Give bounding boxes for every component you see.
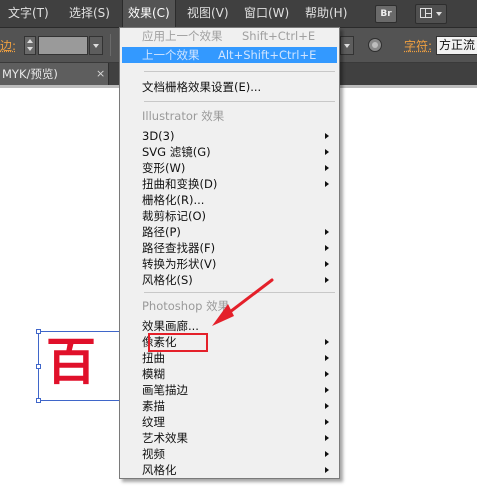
submenu-arrow-icon bbox=[325, 467, 329, 473]
menu-item-video[interactable]: 视频 bbox=[122, 446, 337, 462]
stroke-weight-field[interactable] bbox=[38, 36, 88, 55]
character-label[interactable]: 字符: bbox=[404, 37, 432, 54]
menu-item-artistic[interactable]: 艺术效果 bbox=[122, 430, 337, 446]
menu-select[interactable]: 选择(S) bbox=[64, 0, 115, 27]
menu-item-effect-gallery[interactable]: 效果画廊... bbox=[122, 318, 337, 334]
menu-type[interactable]: 文字(T) bbox=[3, 0, 54, 27]
document-tab[interactable]: MYK/预览) × bbox=[0, 63, 109, 85]
divider bbox=[110, 34, 111, 56]
selection-handle[interactable] bbox=[36, 329, 41, 334]
menu-separator bbox=[144, 292, 335, 293]
menu-item-apply-last-effect[interactable]: 应用上一个效果 Shift+Ctrl+E bbox=[122, 28, 337, 44]
submenu-arrow-icon bbox=[325, 387, 329, 393]
menu-item-distort-transform[interactable]: 扭曲和变换(D) bbox=[122, 176, 337, 192]
submenu-arrow-icon bbox=[325, 165, 329, 171]
stroke-label[interactable]: 边: bbox=[0, 37, 16, 54]
illustrator-effects-header: Illustrator 效果 bbox=[142, 109, 225, 123]
stroke-weight-dropdown[interactable] bbox=[89, 36, 103, 55]
menu-window[interactable]: 窗口(W) bbox=[239, 0, 294, 27]
menu-help[interactable]: 帮助(H) bbox=[300, 0, 352, 27]
submenu-arrow-icon bbox=[325, 371, 329, 377]
style-dropdown[interactable] bbox=[340, 36, 354, 55]
menu-effect[interactable]: 效果(C) bbox=[122, 0, 176, 27]
globe-icon[interactable] bbox=[368, 38, 382, 52]
submenu-arrow-icon bbox=[325, 149, 329, 155]
menu-item-brush-strokes[interactable]: 画笔描边 bbox=[122, 382, 337, 398]
menu-item-warp[interactable]: 变形(W) bbox=[122, 160, 337, 176]
document-tab-title: MYK/预览) bbox=[2, 67, 58, 81]
menu-item-raster-settings[interactable]: 文档栅格效果设置(E)... bbox=[122, 79, 337, 95]
menu-item-sketch[interactable]: 素描 bbox=[122, 398, 337, 414]
submenu-arrow-icon bbox=[325, 435, 329, 441]
menu-separator bbox=[144, 101, 335, 102]
menu-item-path[interactable]: 路径(P) bbox=[122, 224, 337, 240]
menu-item-convert-to-shape[interactable]: 转换为形状(V) bbox=[122, 256, 337, 272]
selection-handle[interactable] bbox=[36, 398, 41, 403]
menu-view[interactable]: 视图(V) bbox=[182, 0, 234, 27]
menu-item-svg-filters[interactable]: SVG 滤镜(G) bbox=[122, 144, 337, 160]
menu-separator bbox=[144, 71, 335, 72]
menu-item-last-effect[interactable]: 上一个效果 Alt+Shift+Ctrl+E bbox=[122, 47, 337, 63]
menu-item-pathfinder[interactable]: 路径查找器(F) bbox=[122, 240, 337, 256]
submenu-arrow-icon bbox=[325, 451, 329, 457]
close-icon[interactable]: × bbox=[96, 63, 105, 85]
menu-item-3d[interactable]: 3D(3) bbox=[122, 128, 337, 144]
submenu-arrow-icon bbox=[325, 403, 329, 409]
menu-item-blur[interactable]: 模糊 bbox=[122, 366, 337, 382]
submenu-arrow-icon bbox=[325, 339, 329, 345]
submenu-arrow-icon bbox=[325, 245, 329, 251]
submenu-arrow-icon bbox=[325, 133, 329, 139]
selection-handle[interactable] bbox=[36, 364, 41, 369]
submenu-arrow-icon bbox=[325, 277, 329, 283]
menu-item-distort[interactable]: 扭曲 bbox=[122, 350, 337, 366]
effect-menu: 应用上一个效果 Shift+Ctrl+E 上一个效果 Alt+Shift+Ctr… bbox=[119, 27, 340, 479]
layout-grid-icon bbox=[420, 8, 432, 18]
photoshop-effects-header: Photoshop 效果 bbox=[142, 299, 230, 313]
submenu-arrow-icon bbox=[325, 261, 329, 267]
menu-bar: 文字(T) 选择(S) 效果(C) 视图(V) 窗口(W) 帮助(H) Br bbox=[0, 0, 477, 28]
font-family-field[interactable]: 方正流 bbox=[436, 36, 477, 55]
menu-item-stylize-illustrator[interactable]: 风格化(S) bbox=[122, 272, 337, 288]
menu-item-stylize-photoshop[interactable]: 风格化 bbox=[122, 462, 337, 478]
annotation-highlight-box bbox=[148, 333, 208, 352]
chevron-down-icon bbox=[436, 12, 442, 16]
menu-item-crop-marks[interactable]: 裁剪标记(O) bbox=[122, 208, 337, 224]
submenu-arrow-icon bbox=[325, 355, 329, 361]
stroke-weight-stepper[interactable] bbox=[24, 36, 36, 55]
submenu-arrow-icon bbox=[325, 419, 329, 425]
bridge-icon[interactable]: Br bbox=[375, 5, 397, 23]
menu-item-rasterize[interactable]: 栅格化(R)... bbox=[122, 192, 337, 208]
submenu-arrow-icon bbox=[325, 229, 329, 235]
menu-item-texture[interactable]: 纹理 bbox=[122, 414, 337, 430]
workspace-layout-button[interactable] bbox=[415, 4, 447, 24]
submenu-arrow-icon bbox=[325, 181, 329, 187]
